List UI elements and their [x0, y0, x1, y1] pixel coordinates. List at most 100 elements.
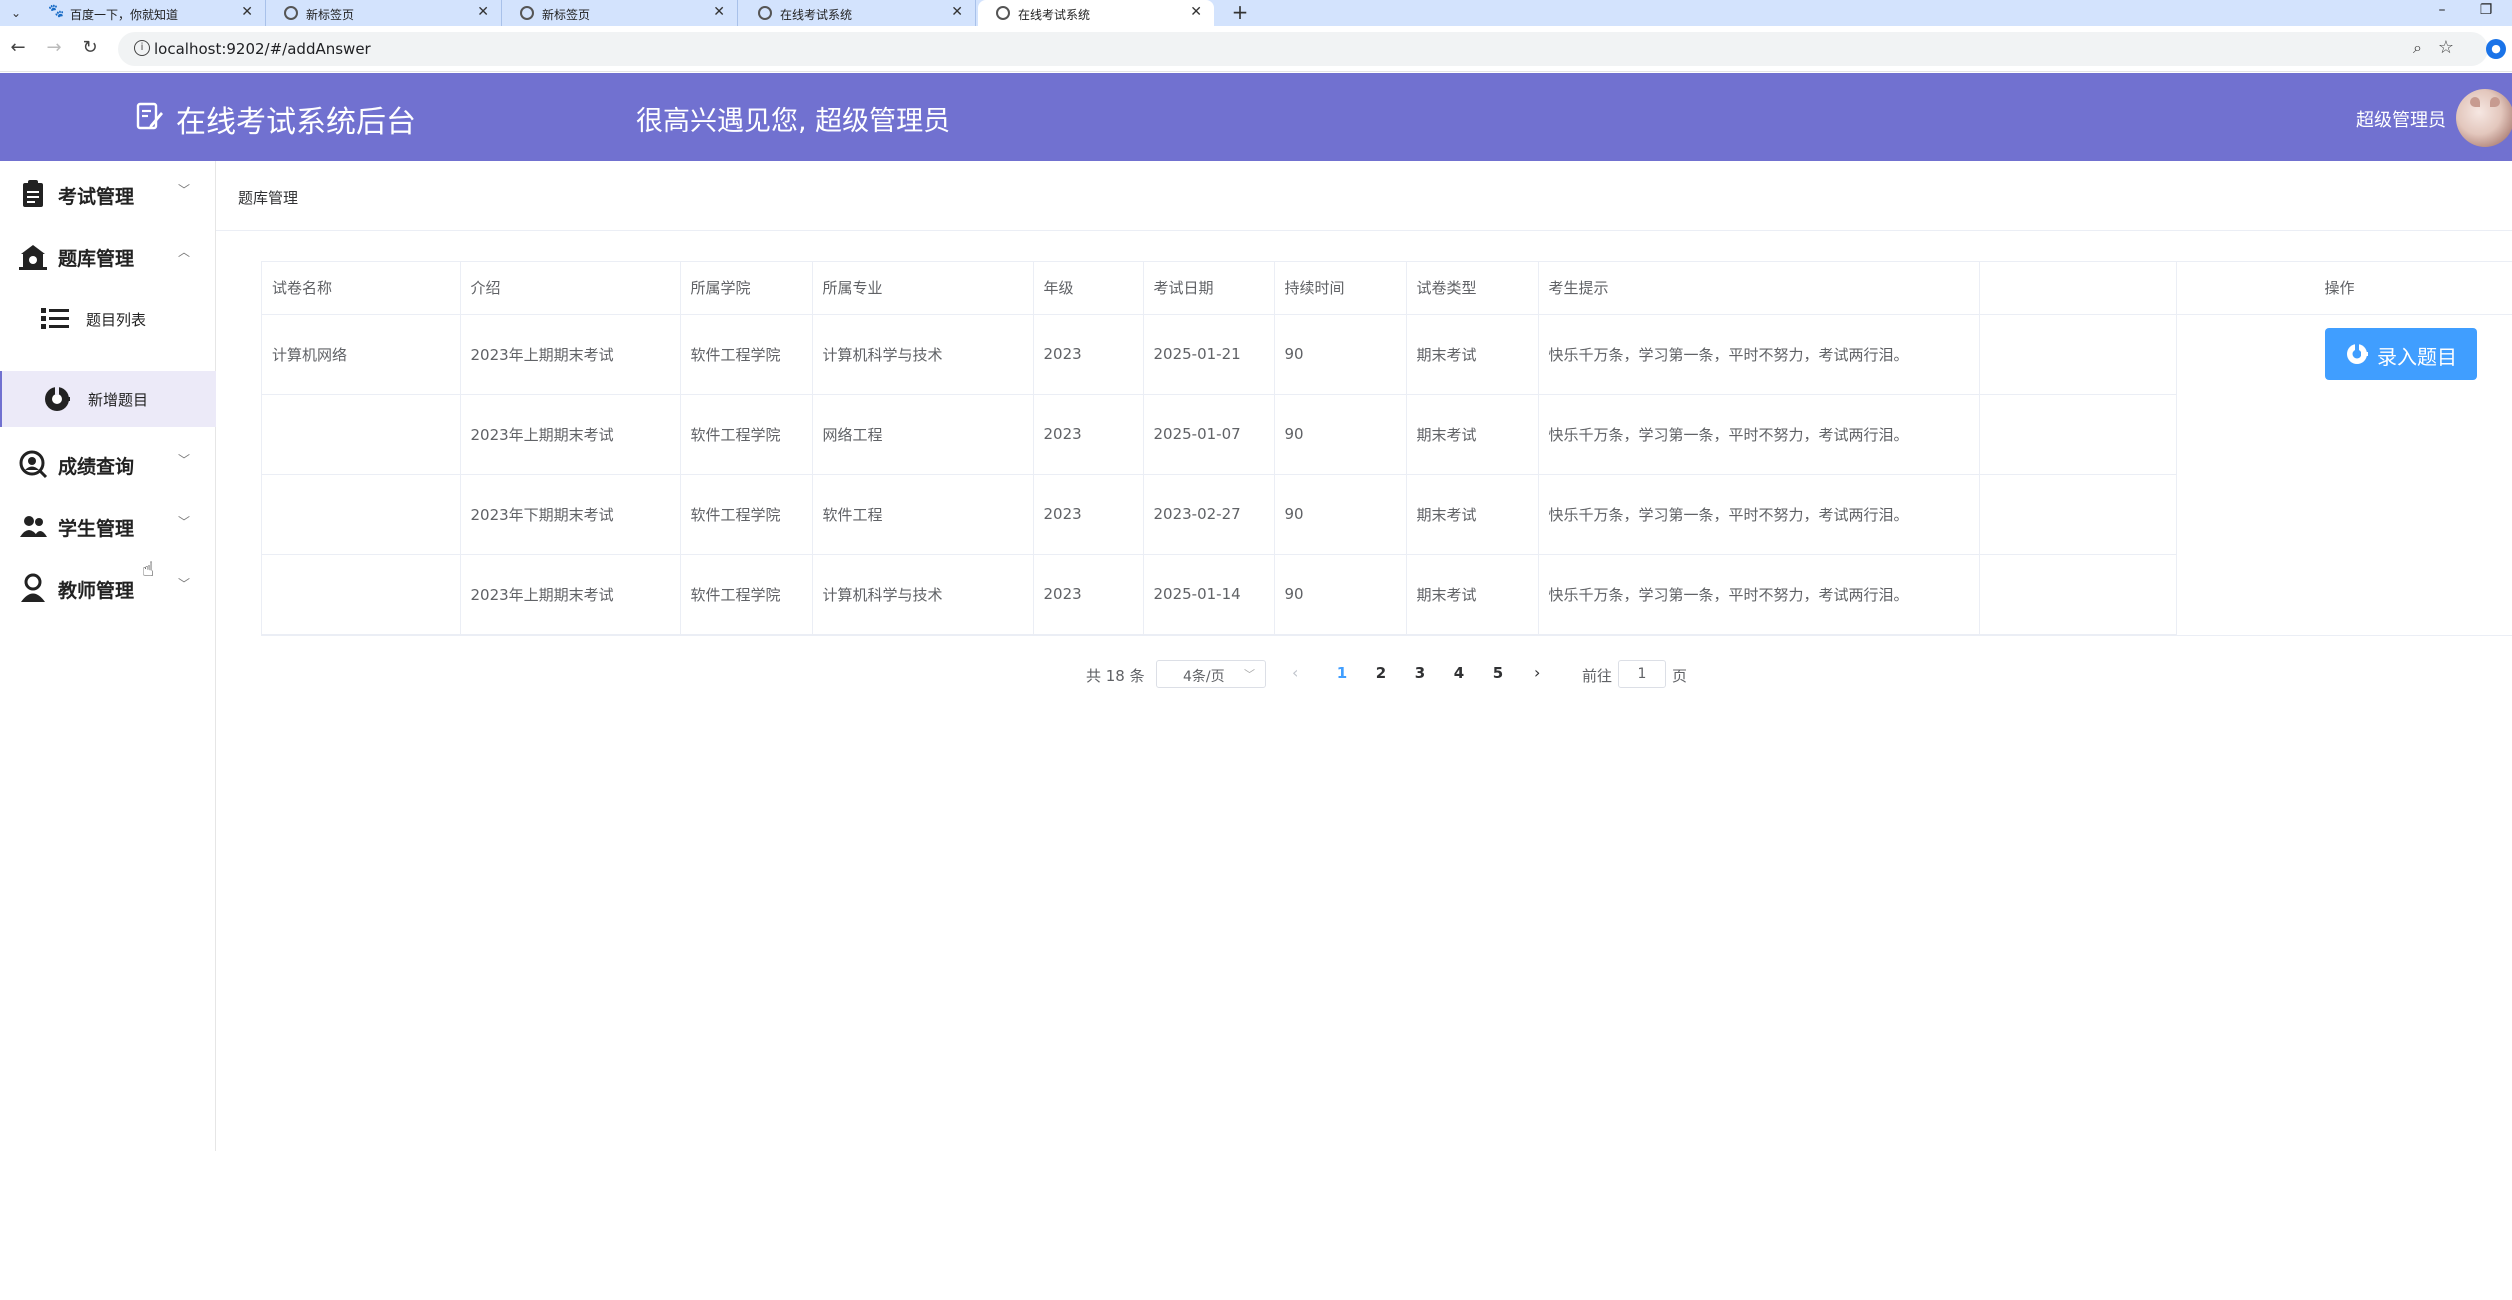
browser-tab-baidu[interactable]: 🐾 百度一下，你就知道 ✕ — [30, 0, 266, 26]
column-header: 所属学院 — [680, 262, 813, 315]
table-row: 2023年下期期末考试 软件工程学院 软件工程 2023 2023-02-27 … — [262, 474, 2512, 555]
close-icon[interactable]: ✕ — [713, 4, 725, 20]
browser-tab-exam-active[interactable]: 在线考试系统 ✕ — [978, 0, 1214, 26]
exam-clipboard-icon — [23, 180, 43, 207]
sidebar-menu-student-management[interactable]: 学生管理 ﹀ — [0, 495, 216, 555]
table-cell: 2023 — [1033, 554, 1144, 635]
avatar[interactable] — [2456, 89, 2512, 147]
add-question-icon — [2347, 343, 2368, 364]
tab-title: 百度一下，你就知道 — [70, 8, 179, 22]
chrome-icon — [520, 6, 534, 20]
table-cell: 快乐千万条，学习第一条，平时不努力，考试两行泪。 — [1538, 554, 1980, 635]
user-name[interactable]: 超级管理员 — [2356, 106, 2446, 132]
back-arrow-icon[interactable]: ← — [6, 37, 30, 58]
table-cell: 2023年下期期末考试 — [460, 474, 681, 555]
restore-icon[interactable]: ❐ — [2474, 2, 2498, 18]
table-cell — [262, 394, 461, 475]
goto-page-input[interactable]: 1 — [1618, 660, 1666, 688]
column-header — [1979, 262, 2177, 315]
column-header: 所属专业 — [812, 262, 1034, 315]
menu-label: 题库管理 — [58, 248, 135, 270]
globe-icon — [996, 6, 1010, 20]
column-header: 考生提示 — [1538, 262, 1980, 315]
table-cell: 软件工程学院 — [680, 314, 813, 395]
sidebar-item-question-list[interactable]: 题目列表 — [0, 291, 216, 347]
table-cell: 计算机网络 — [262, 314, 461, 395]
edit-document-icon — [136, 102, 163, 130]
url-field[interactable]: i localhost:9202/#/addAnswer ⌕ ☆ — [118, 32, 2488, 66]
table-cell: 计算机科学与技术 — [812, 314, 1034, 395]
close-icon[interactable]: ✕ — [477, 4, 489, 20]
teacher-icon — [21, 573, 45, 602]
site-info-icon[interactable]: i — [134, 40, 150, 56]
browser-tab-newtab-2[interactable]: 新标签页 ✕ — [502, 0, 738, 26]
prev-page-chevron-icon[interactable]: ‹ — [1292, 663, 1298, 682]
table-cell: 2025-01-14 — [1143, 554, 1275, 635]
new-tab-plus-icon[interactable]: + — [1228, 0, 1252, 24]
bookmark-star-icon[interactable]: ☆ — [2438, 37, 2454, 58]
table-cell: 软件工程学院 — [680, 554, 813, 635]
goto-label: 前往 — [1582, 667, 1613, 685]
table-cell: 2025-01-07 — [1143, 394, 1275, 475]
browser-tab-strip: ⌄ 🐾 百度一下，你就知道 ✕ 新标签页 ✕ 新标签页 ✕ 在线考试系统 ✕ 在… — [0, 0, 2512, 26]
browser-tab-exam-1[interactable]: 在线考试系统 ✕ — [740, 0, 976, 26]
profile-icon[interactable]: ● — [2486, 39, 2506, 59]
tab-title: 新标签页 — [306, 8, 355, 22]
pagination: 共 18 条 4条/页 ﹀ ‹ 1 2 3 4 5 › 前往 1 页 — [0, 656, 2512, 692]
column-header-actions: 操作 — [2176, 262, 2512, 315]
browser-tab-newtab-1[interactable]: 新标签页 ✕ — [266, 0, 502, 26]
table-cell — [262, 554, 461, 635]
chevron-down-icon: ﹀ — [178, 453, 191, 467]
table-cell: 90 — [1274, 394, 1407, 475]
table-cell: 软件工程学院 — [680, 474, 813, 555]
next-page-chevron-icon[interactable]: › — [1534, 663, 1540, 682]
column-header: 持续时间 — [1274, 262, 1407, 315]
forward-arrow-icon[interactable]: → — [42, 37, 66, 58]
breadcrumb-bar: 题库管理 — [216, 161, 2512, 231]
close-icon[interactable]: ✕ — [951, 4, 963, 20]
table-cell: 2023 — [1033, 314, 1144, 395]
menu-label: 学生管理 — [58, 518, 135, 540]
minimize-icon[interactable]: – — [2430, 2, 2454, 18]
table-cell: 2023 — [1033, 474, 1144, 555]
close-icon[interactable]: ✕ — [1190, 4, 1202, 20]
column-header: 考试日期 — [1143, 262, 1275, 315]
zoom-icon[interactable]: ⌕ — [2413, 38, 2422, 58]
sidebar-menu-teacher-management[interactable]: 教师管理 ﹀ — [0, 557, 216, 617]
baidu-paw-icon: 🐾 — [48, 4, 65, 19]
goto-suffix: 页 — [1672, 667, 1688, 685]
table-cell: 期末考试 — [1406, 554, 1539, 635]
page-size-select[interactable]: 4条/页 ﹀ — [1156, 660, 1266, 688]
students-icon — [20, 516, 47, 537]
sidebar-menu-score-query[interactable]: 成绩查询 ﹀ — [0, 433, 216, 493]
page-number-3[interactable]: 3 — [1408, 664, 1432, 682]
app-title: 在线考试系统后台 — [176, 105, 416, 140]
sidebar-menu-exam-management[interactable]: 考试管理 ﹀ — [0, 163, 216, 223]
add-question-icon — [45, 387, 70, 411]
page-number-2[interactable]: 2 — [1369, 664, 1393, 682]
table-row: 2023年上期期末考试 软件工程学院 计算机科学与技术 2023 2025-01… — [262, 554, 2512, 635]
welcome-message: 很高兴遇见您, 超级管理员 — [636, 106, 951, 137]
page-number-1[interactable]: 1 — [1330, 664, 1354, 682]
tab-title: 在线考试系统 — [780, 8, 853, 22]
close-icon[interactable]: ✕ — [241, 4, 253, 20]
tab-search-chevron-icon[interactable]: ⌄ — [6, 3, 26, 23]
table-cell — [1979, 314, 2177, 395]
enter-questions-button[interactable]: 录入题目 — [2325, 328, 2477, 380]
page-number-4[interactable]: 4 — [1447, 664, 1471, 682]
table-cell: 期末考试 — [1406, 474, 1539, 555]
menu-label: 教师管理 — [58, 580, 135, 602]
chevron-down-icon: ﹀ — [178, 515, 191, 529]
sidebar-menu-question-bank[interactable]: 题库管理 ︿ — [0, 225, 216, 285]
url-text[interactable]: localhost:9202/#/addAnswer — [154, 40, 371, 58]
reload-icon[interactable]: ↻ — [78, 37, 102, 58]
column-header: 试卷类型 — [1406, 262, 1539, 315]
page-number-5[interactable]: 5 — [1486, 664, 1510, 682]
breadcrumb: 题库管理 — [238, 189, 299, 207]
page-size-value: 4条/页 — [1183, 669, 1225, 685]
sidebar-item-add-question[interactable]: 新增题目 — [0, 371, 216, 427]
chevron-down-icon: ﹀ — [1244, 668, 1255, 681]
table-cell — [1979, 474, 2177, 555]
total-count: 共 18 条 — [1086, 667, 1145, 685]
app-header: 在线考试系统后台 很高兴遇见您, 超级管理员 超级管理员 — [0, 73, 2512, 161]
